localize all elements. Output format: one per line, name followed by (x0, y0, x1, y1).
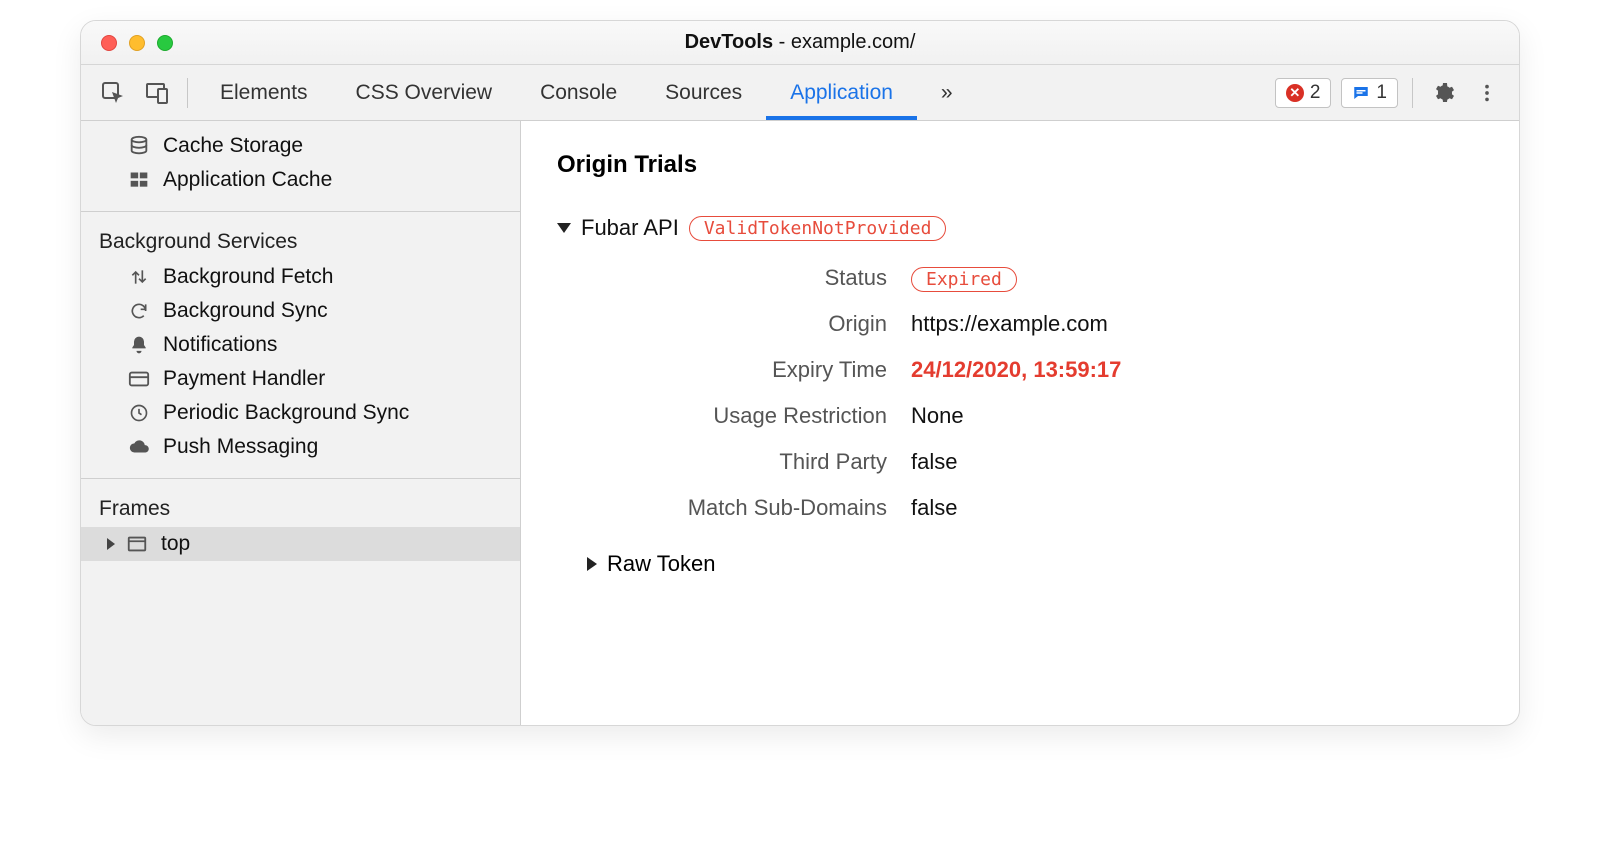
inspect-element-button[interactable] (91, 71, 135, 115)
titlebar: DevTools - example.com/ (81, 21, 1519, 65)
sidebar-item-payment-handler[interactable]: Payment Handler (81, 362, 520, 396)
minimize-window-button[interactable] (129, 35, 145, 51)
bell-icon (127, 333, 151, 357)
sidebar-item-notifications[interactable]: Notifications (81, 328, 520, 362)
sidebar-item-label: Cache Storage (163, 134, 303, 158)
tab-elements[interactable]: Elements (196, 65, 332, 120)
devtools-toolbar: Elements CSS Overview Console Sources Ap… (81, 65, 1519, 121)
sidebar-heading: Frames (81, 487, 520, 527)
detail-value-origin: https://example.com (911, 311, 1483, 337)
sidebar-item-label: Notifications (163, 333, 277, 357)
settings-button[interactable] (1421, 71, 1465, 115)
section-heading: Origin Trials (557, 151, 1483, 179)
tab-label: Console (540, 81, 617, 105)
origin-trial-header[interactable]: Fubar API ValidTokenNotProvided (557, 215, 1483, 241)
detail-value-expiry: 24/12/2020, 13:59:17 (911, 357, 1483, 383)
status-badge: Expired (911, 267, 1017, 292)
tab-application[interactable]: Application (766, 65, 917, 120)
trial-status-badge: ValidTokenNotProvided (689, 216, 947, 241)
toggle-device-toolbar-button[interactable] (135, 71, 179, 115)
disclosure-triangle-down-icon (557, 223, 571, 233)
detail-value-status: Expired (911, 265, 1483, 291)
tab-css-overview[interactable]: CSS Overview (332, 65, 517, 120)
raw-token-toggle[interactable]: Raw Token (587, 551, 1483, 577)
window-title-sep: - (773, 31, 791, 53)
detail-label-status: Status (587, 265, 887, 291)
window-title-app: DevTools (685, 31, 774, 53)
detail-value-third-party: false (911, 449, 1483, 475)
origin-trial-name: Fubar API (581, 215, 679, 241)
errors-pill[interactable]: ✕ 2 (1275, 78, 1332, 108)
sidebar-item-frame-top[interactable]: top (81, 527, 520, 561)
sidebar-item-periodic-background-sync[interactable]: Periodic Background Sync (81, 396, 520, 430)
zoom-window-button[interactable] (157, 35, 173, 51)
sidebar-item-background-fetch[interactable]: Background Fetch (81, 260, 520, 294)
tab-label: Elements (220, 81, 308, 105)
application-sidebar: Cache Storage Application Cache Backgrou… (81, 121, 521, 725)
panel-body: Cache Storage Application Cache Backgrou… (81, 121, 1519, 725)
origin-trial-details: Status Expired Origin https://example.co… (587, 265, 1483, 521)
messages-pill[interactable]: 1 (1341, 78, 1398, 108)
tab-sources[interactable]: Sources (641, 65, 766, 120)
clock-icon (127, 401, 151, 425)
sidebar-item-label: Background Fetch (163, 265, 333, 289)
detail-value-usage: None (911, 403, 1483, 429)
tab-label: CSS Overview (356, 81, 493, 105)
toolbar-divider (187, 78, 188, 108)
sidebar-item-label: Application Cache (163, 168, 332, 192)
sidebar-heading: Background Services (81, 220, 520, 260)
close-window-button[interactable] (101, 35, 117, 51)
sidebar-section-frames: Frames top (81, 479, 520, 561)
detail-label-expiry: Expiry Time (587, 357, 887, 383)
up-down-arrows-icon (127, 265, 151, 289)
message-icon (1352, 84, 1370, 102)
database-icon (127, 134, 151, 158)
sidebar-item-application-cache[interactable]: Application Cache (81, 163, 520, 197)
sidebar-item-label: top (161, 532, 190, 556)
raw-token-label: Raw Token (607, 551, 715, 577)
frame-icon (125, 532, 149, 556)
tab-label: Sources (665, 81, 742, 105)
detail-value-subdomains: false (911, 495, 1483, 521)
sidebar-item-label: Periodic Background Sync (163, 401, 409, 425)
sidebar-item-label: Push Messaging (163, 435, 318, 459)
tabs-overflow-button[interactable]: » (917, 65, 977, 120)
sidebar-item-label: Background Sync (163, 299, 328, 323)
detail-label-usage: Usage Restriction (587, 403, 887, 429)
application-main-panel: Origin Trials Fubar API ValidTokenNotPro… (521, 121, 1519, 725)
sidebar-item-background-sync[interactable]: Background Sync (81, 294, 520, 328)
grid-icon (127, 168, 151, 192)
window-title-url: example.com/ (791, 31, 916, 53)
disclosure-triangle-icon (107, 538, 115, 550)
tab-console[interactable]: Console (516, 65, 641, 120)
detail-label-subdomains: Match Sub-Domains (587, 495, 887, 521)
sidebar-item-push-messaging[interactable]: Push Messaging (81, 430, 520, 464)
sidebar-section-background-services: Background Services Background Fetch Bac… (81, 212, 520, 479)
cloud-icon (127, 435, 151, 459)
status-pills: ✕ 2 1 (1275, 78, 1398, 108)
window-title: DevTools - example.com/ (81, 31, 1519, 54)
sidebar-item-label: Payment Handler (163, 367, 325, 391)
window-controls (81, 35, 173, 51)
detail-label-origin: Origin (587, 311, 887, 337)
sync-icon (127, 299, 151, 323)
errors-count: 2 (1310, 82, 1321, 104)
panel-tabs: Elements CSS Overview Console Sources Ap… (196, 65, 977, 120)
devtools-window: DevTools - example.com/ Elements CSS Ove… (80, 20, 1520, 726)
error-icon: ✕ (1286, 84, 1304, 102)
chevron-double-right-icon: » (941, 81, 953, 105)
toolbar-divider (1412, 78, 1413, 108)
detail-label-third-party: Third Party (587, 449, 887, 475)
messages-count: 1 (1376, 82, 1387, 104)
disclosure-triangle-right-icon (587, 557, 597, 571)
tab-label: Application (790, 81, 893, 105)
sidebar-section-cache: Cache Storage Application Cache (81, 121, 520, 212)
more-menu-button[interactable] (1465, 71, 1509, 115)
sidebar-item-cache-storage[interactable]: Cache Storage (81, 129, 520, 163)
credit-card-icon (127, 367, 151, 391)
